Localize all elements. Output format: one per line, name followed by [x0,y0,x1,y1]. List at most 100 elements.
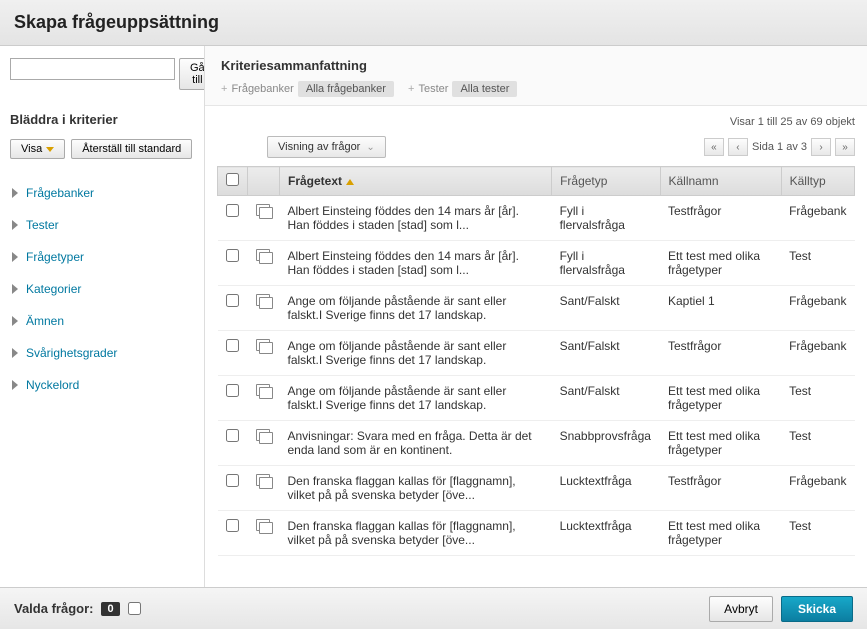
row-checkbox[interactable] [226,294,239,307]
toolbar-row: Visning av frågor ⌄ « ‹ Sida 1 av 3 › » [267,136,855,158]
sidebar-item-fragetyper[interactable]: Frågetyper [10,241,194,273]
sidebar-item-label: Frågebanker [26,186,94,200]
sidebar-item-kategorier[interactable]: Kategorier [10,273,194,305]
cell-source-type: Frågebank [781,196,854,241]
criteria-list: Frågebanker Tester Frågetyper Kategorier… [10,177,194,401]
question-stack-icon[interactable] [256,429,272,443]
chip-all-tests[interactable]: Alla tester [452,81,517,97]
cancel-button[interactable]: Avbryt [709,596,773,622]
cell-question-text[interactable]: Ange om följande påstående är sant eller… [280,376,552,421]
col-question-type[interactable]: Frågetyp [552,167,660,196]
question-stack-icon[interactable] [256,294,272,308]
sidebar-item-label: Svårighetsgrader [26,346,117,360]
row-checkbox[interactable] [226,204,239,217]
triangle-right-icon [12,220,18,230]
row-checkbox[interactable] [226,384,239,397]
reset-button[interactable]: Återställ till standard [71,139,192,159]
cell-question-text[interactable]: Albert Einsteing föddes den 14 mars år [… [280,196,552,241]
table-row: Albert Einsteing föddes den 14 mars år [… [218,241,855,286]
table-row: Den franska flaggan kallas för [flaggnam… [218,466,855,511]
cell-question-type: Lucktextfråga [552,511,660,556]
sidebar-item-label: Ämnen [26,314,64,328]
page-prev-button[interactable]: ‹ [728,138,748,156]
question-stack-icon[interactable] [256,519,272,533]
summary-row: + Frågebanker Alla frågebanker + Tester … [221,81,851,97]
chip-all-banks[interactable]: Alla frågebanker [298,81,394,97]
cell-question-text[interactable]: Den franska flaggan kallas för [flaggnam… [280,466,552,511]
cell-source-name: Testfrågor [660,196,781,241]
col-label: Frågetext [288,174,342,188]
selected-row: Valda frågor: 0 [14,601,141,616]
col-icon [248,167,280,196]
cell-question-text[interactable]: Den franska flaggan kallas för [flaggnam… [280,511,552,556]
table-body: Albert Einsteing föddes den 14 mars år [… [218,196,855,556]
question-stack-icon[interactable] [256,204,272,218]
question-stack-icon[interactable] [256,339,272,353]
main-area: Gå till Bläddra i kriterier Visa Återstä… [0,46,867,587]
count-row: Visar 1 till 25 av 69 objekt [217,116,855,128]
cell-source-name: Kaptiel 1 [660,286,781,331]
plus-icon: + [408,83,414,95]
triangle-right-icon [12,380,18,390]
plus-icon: + [221,83,227,95]
table-row: Ange om följande påstående är sant eller… [218,286,855,331]
row-checkbox[interactable] [226,249,239,262]
result-count: Visar 1 till 25 av 69 objekt [730,116,855,128]
question-stack-icon[interactable] [256,474,272,488]
cell-source-name: Testfrågor [660,466,781,511]
cell-question-text[interactable]: Albert Einsteing föddes den 14 mars år [… [280,241,552,286]
sidebar-item-nyckelord[interactable]: Nyckelord [10,369,194,401]
row-checkbox[interactable] [226,339,239,352]
cell-source-type: Frågebank [781,286,854,331]
search-input[interactable] [10,58,175,80]
row-checkbox[interactable] [226,519,239,532]
cell-source-type: Test [781,241,854,286]
sidebar-item-amnen[interactable]: Ämnen [10,305,194,337]
sidebar-item-tester[interactable]: Tester [10,209,194,241]
sidebar-item-svarighetsgrader[interactable]: Svårighetsgrader [10,337,194,369]
table-row: Ange om följande påstående är sant eller… [218,376,855,421]
sidebar-buttons: Visa Återställ till standard [10,139,194,159]
col-source-type[interactable]: Källtyp [781,167,854,196]
col-question-text[interactable]: Frågetext [280,167,552,196]
select-all-checkbox[interactable] [226,173,239,186]
question-stack-icon[interactable] [256,249,272,263]
page-last-button[interactable]: » [835,138,855,156]
view-mode-button[interactable]: Visning av frågor ⌄ [267,136,386,158]
triangle-right-icon [12,316,18,326]
cell-question-text[interactable]: Ange om följande påstående är sant eller… [280,286,552,331]
summary-test-label: Tester [418,83,448,95]
row-checkbox[interactable] [226,429,239,442]
cell-question-type: Fyll i flervalsfråga [552,241,660,286]
cell-question-type: Sant/Falskt [552,376,660,421]
cell-question-type: Fyll i flervalsfråga [552,196,660,241]
row-checkbox[interactable] [226,474,239,487]
cell-source-type: Test [781,421,854,466]
cell-source-type: Frågebank [781,466,854,511]
footer-buttons: Avbryt Skicka [709,596,853,622]
cell-question-text[interactable]: Ange om följande påstående är sant eller… [280,331,552,376]
table-row: Anvisningar: Svara med en fråga. Detta ä… [218,421,855,466]
page-header: Skapa frågeuppsättning [0,0,867,46]
sidebar-item-fragebanker[interactable]: Frågebanker [10,177,194,209]
col-select-all [218,167,248,196]
cell-question-text[interactable]: Anvisningar: Svara med en fråga. Detta ä… [280,421,552,466]
page-next-button[interactable]: › [811,138,831,156]
col-source-name[interactable]: Källnamn [660,167,781,196]
pager: « ‹ Sida 1 av 3 › » [704,138,855,156]
table-row: Ange om följande påstående är sant eller… [218,331,855,376]
cell-source-type: Test [781,511,854,556]
question-stack-icon[interactable] [256,384,272,398]
cell-source-type: Frågebank [781,331,854,376]
selected-toggle-checkbox[interactable] [128,602,141,615]
view-mode-label: Visning av frågor [278,141,360,153]
go-button[interactable]: Gå till [179,58,205,90]
sidebar-item-label: Kategorier [26,282,81,296]
submit-button[interactable]: Skicka [781,596,853,622]
page-title: Skapa frågeuppsättning [14,12,853,33]
page-first-button[interactable]: « [704,138,724,156]
table-row: Den franska flaggan kallas för [flaggnam… [218,511,855,556]
browse-heading: Bläddra i kriterier [10,112,194,127]
show-button-label: Visa [21,143,42,155]
show-button[interactable]: Visa [10,139,65,159]
